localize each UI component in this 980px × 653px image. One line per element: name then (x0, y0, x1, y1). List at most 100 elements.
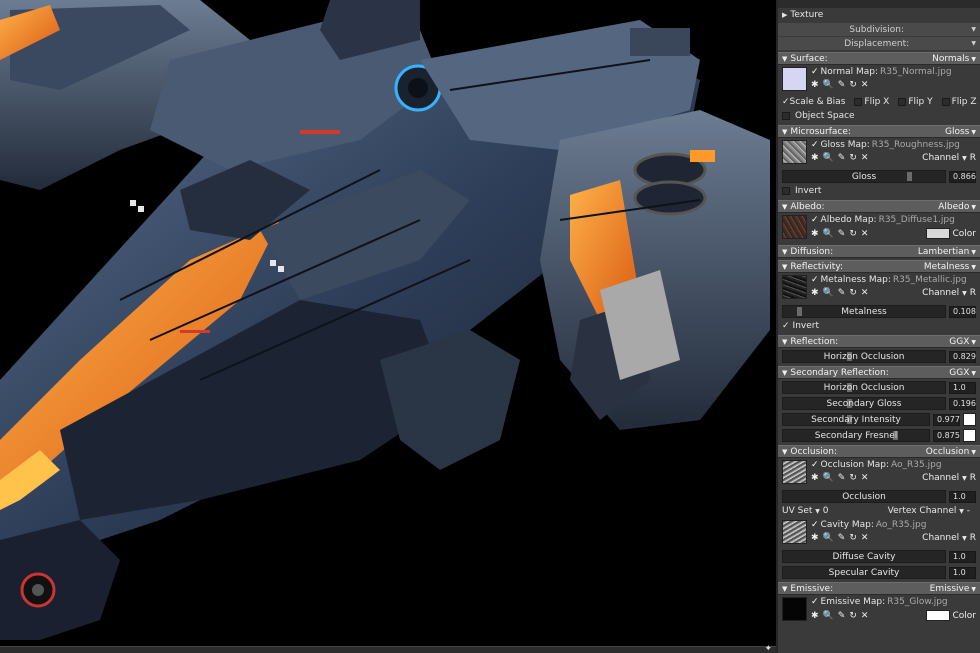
object-space-checkbox[interactable]: Object Space (778, 109, 980, 123)
gloss-slider[interactable]: Gloss (782, 170, 946, 183)
scale-bias-checkbox[interactable]: ✓ Scale & Bias (782, 97, 845, 107)
metalness-invert-checkbox[interactable]: ✓ Invert (778, 319, 980, 333)
emissive-header[interactable]: ▼ Emissive: Emissive ▼ (778, 582, 980, 595)
gloss-channel-select[interactable]: Channel ▼ R (922, 153, 976, 163)
reflectivity-mode-select[interactable]: Metalness ▼ (924, 262, 976, 272)
occlusion-map-file[interactable]: Ao_R35.jpg (891, 460, 942, 470)
secondary-gloss-value[interactable]: 0.196 (949, 397, 976, 410)
secondary-reflection-header[interactable]: ▼ Secondary Reflection: GGX ▼ (778, 366, 980, 379)
horizon-occlusion-slider[interactable]: Horizon Occlusion (782, 350, 946, 363)
secondary-fresnel-slider[interactable]: Secondary Fresnel (782, 429, 930, 442)
emissive-map-checkbox[interactable]: ✓ (811, 597, 819, 607)
horizon-occlusion-value[interactable]: 0.829 (949, 350, 976, 363)
emissive-map-file[interactable]: R35_Glow.jpg (887, 597, 948, 607)
occlusion-map-thumbnail[interactable] (782, 460, 807, 484)
flip-z-checkbox[interactable]: Flip Z (941, 97, 976, 107)
metalness-map-file[interactable]: R35_Metallic.jpg (893, 275, 967, 285)
cavity-map-file[interactable]: Ao_R35.jpg (876, 520, 927, 530)
microsurface-header[interactable]: ▼ Microsurface: Gloss ▼ (778, 125, 980, 138)
diffuse-cavity-value[interactable]: 1.0 (949, 550, 976, 563)
3d-viewport[interactable]: ✦ (0, 0, 776, 653)
diffuse-cavity-slider[interactable]: Diffuse Cavity (782, 550, 946, 563)
albedo-map-thumbnail[interactable] (782, 215, 807, 239)
albedo-map-file[interactable]: R35_Diffuse1.jpg (879, 215, 955, 225)
secondary-horizon-value[interactable]: 1.0 (949, 381, 976, 394)
gear-icon[interactable]: ✱ (811, 533, 819, 543)
emissive-mode-select[interactable]: Emissive ▼ (930, 584, 976, 594)
search-icon[interactable]: 🔍 (823, 533, 834, 543)
gloss-invert-checkbox[interactable]: Invert (778, 184, 980, 198)
uv-set-select[interactable]: UV Set ▼ 0 (782, 506, 829, 516)
albedo-header[interactable]: ▼ Albedo: Albedo ▼ (778, 200, 980, 213)
albedo-map-checkbox[interactable]: ✓ (811, 215, 819, 225)
flip-x-checkbox[interactable]: Flip X (854, 97, 889, 107)
emissive-color-swatch[interactable] (925, 610, 950, 621)
microsurface-mode-select[interactable]: Gloss ▼ (945, 127, 976, 137)
surface-mode-select[interactable]: Normals ▼ (932, 54, 976, 64)
gear-icon[interactable]: ✱ (811, 229, 819, 239)
metalness-map-thumbnail[interactable] (782, 275, 807, 299)
search-icon[interactable]: 🔍 (823, 611, 834, 621)
occlusion-header[interactable]: ▼ Occlusion: Occlusion ▼ (778, 445, 980, 458)
search-icon[interactable]: 🔍 (823, 229, 834, 239)
secondary-reflection-mode-select[interactable]: GGX ▼ (949, 368, 976, 378)
occlusion-mode-select[interactable]: Occlusion ▼ (926, 447, 976, 457)
clear-icon[interactable]: ✕ (861, 473, 869, 483)
eyedropper-icon[interactable]: ✎ (838, 153, 846, 163)
eyedropper-icon[interactable]: ✎ (838, 473, 846, 483)
reload-icon[interactable]: ↻ (849, 80, 857, 90)
metalness-channel-select[interactable]: Channel ▼ R (922, 288, 976, 298)
viewport-star-icon[interactable]: ✦ (764, 644, 772, 653)
diffusion-mode-select[interactable]: Lambertian ▼ (918, 247, 976, 257)
clear-icon[interactable]: ✕ (861, 229, 869, 239)
cavity-channel-select[interactable]: Channel ▼ R (922, 533, 976, 543)
secondary-intensity-value[interactable]: 0.977 (933, 413, 960, 426)
normal-map-file[interactable]: R35_Normal.jpg (880, 67, 952, 77)
normal-map-checkbox[interactable]: ✓ (811, 67, 819, 77)
gear-icon[interactable]: ✱ (811, 288, 819, 298)
clear-icon[interactable]: ✕ (861, 533, 869, 543)
gloss-map-checkbox[interactable]: ✓ (811, 140, 819, 150)
search-icon[interactable]: 🔍 (823, 80, 834, 90)
occlusion-channel-select[interactable]: Channel ▼ R (922, 473, 976, 483)
gear-icon[interactable]: ✱ (811, 473, 819, 483)
occlusion-slider[interactable]: Occlusion (782, 490, 946, 503)
clear-icon[interactable]: ✕ (861, 80, 869, 90)
secondary-fresnel-color[interactable] (963, 429, 976, 442)
occlusion-value-input[interactable]: 1.0 (949, 490, 976, 503)
specular-cavity-slider[interactable]: Specular Cavity (782, 566, 946, 579)
clear-icon[interactable]: ✕ (861, 153, 869, 163)
cavity-map-checkbox[interactable]: ✓ (811, 520, 819, 530)
secondary-fresnel-value[interactable]: 0.875 (933, 429, 960, 442)
subdivision-select[interactable]: Subdivision: ▼ (778, 23, 980, 36)
texture-section[interactable]: ▶ Texture (778, 8, 980, 22)
clear-icon[interactable]: ✕ (861, 288, 869, 298)
secondary-intensity-slider[interactable]: Secondary Intensity (782, 413, 930, 426)
search-icon[interactable]: 🔍 (823, 153, 834, 163)
secondary-gloss-slider[interactable]: Secondary Gloss (782, 397, 946, 410)
reflection-mode-select[interactable]: GGX ▼ (949, 337, 976, 347)
search-icon[interactable]: 🔍 (823, 288, 834, 298)
metalness-slider[interactable]: Metalness (782, 305, 946, 318)
cavity-map-thumbnail[interactable] (782, 520, 807, 544)
reload-icon[interactable]: ↻ (849, 288, 857, 298)
reflection-header[interactable]: ▼ Reflection: GGX ▼ (778, 335, 980, 348)
surface-header[interactable]: ▼ Surface: Normals ▼ (778, 52, 980, 65)
secondary-intensity-color[interactable] (963, 413, 976, 426)
normal-map-thumbnail[interactable] (782, 67, 807, 91)
reload-icon[interactable]: ↻ (849, 153, 857, 163)
eyedropper-icon[interactable]: ✎ (838, 533, 846, 543)
eyedropper-icon[interactable]: ✎ (838, 611, 846, 621)
secondary-horizon-slider[interactable]: Horizon Occlusion (782, 381, 946, 394)
flip-y-checkbox[interactable]: Flip Y (898, 97, 933, 107)
eyedropper-icon[interactable]: ✎ (838, 229, 846, 239)
eyedropper-icon[interactable]: ✎ (838, 288, 846, 298)
gear-icon[interactable]: ✱ (811, 153, 819, 163)
diffusion-header[interactable]: ▼ Diffusion: Lambertian ▼ (778, 245, 980, 258)
gloss-map-file[interactable]: R35_Roughness.jpg (872, 140, 960, 150)
gloss-value-input[interactable]: 0.866 (949, 170, 976, 183)
reflectivity-header[interactable]: ▼ Reflectivity: Metalness ▼ (778, 260, 980, 273)
reload-icon[interactable]: ↻ (849, 229, 857, 239)
search-icon[interactable]: 🔍 (823, 473, 834, 483)
gear-icon[interactable]: ✱ (811, 611, 819, 621)
